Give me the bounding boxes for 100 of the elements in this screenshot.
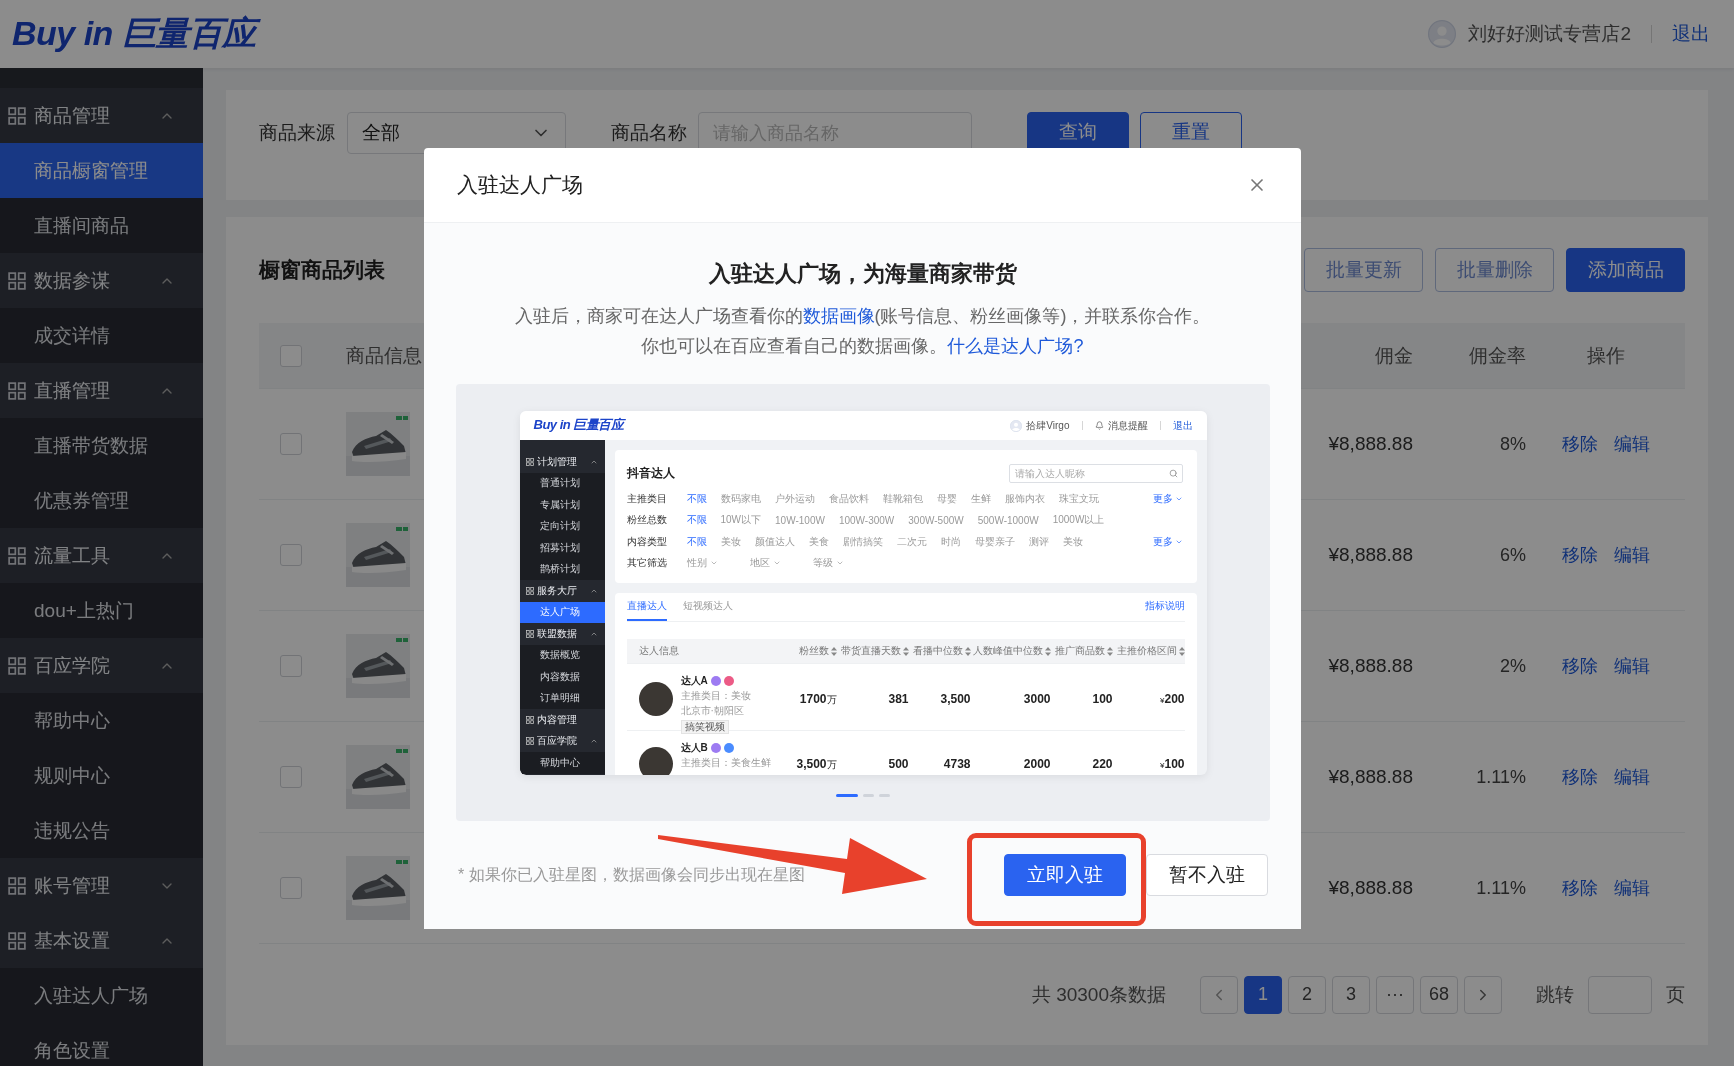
action-link[interactable]: 编辑 [1613,543,1650,567]
checkbox[interactable] [280,344,302,367]
checkbox[interactable] [280,433,302,455]
filter-option[interactable]: 不限 [686,491,707,506]
filter-option[interactable]: 户外运动 [774,491,815,506]
filter-option[interactable]: 美妆 [1062,534,1083,549]
filter-option[interactable]: 母婴 [936,491,957,506]
search-field[interactable]: 请输入达人昵称 [1008,463,1183,483]
checkbox[interactable] [280,655,302,677]
more-link[interactable]: 更多 [1152,491,1183,506]
filter-option[interactable]: 食品饮料 [828,491,869,506]
creator-name[interactable]: 达人B [680,741,708,755]
action-button[interactable]: 批量删除 [1435,248,1554,292]
filter-option[interactable]: 服饰内衣 [1004,491,1045,506]
filter-option[interactable]: 不限 [686,513,707,528]
help-link[interactable]: 指标说明 [1144,599,1185,621]
logout-link[interactable]: 退出 [1672,21,1710,47]
join-button[interactable]: 立即入驻 [1004,854,1126,896]
page-button[interactable]: 68 [1420,975,1458,1014]
checkbox[interactable] [280,766,302,788]
link[interactable]: 数据画像 [802,306,875,326]
filter-option[interactable]: 母婴亲子 [974,534,1015,549]
action-link[interactable]: 编辑 [1613,432,1650,456]
filter-option[interactable]: 100W-300W [838,514,895,526]
action-link[interactable]: 移除 [1561,543,1598,567]
sidebar-item[interactable]: 鹊桥计划 [519,558,605,580]
page-button[interactable]: 3 [1332,975,1370,1014]
user-avatar-icon[interactable] [1428,20,1457,48]
action-link[interactable]: 编辑 [1613,765,1650,789]
sidebar-group[interactable]: 基本设置 [0,913,203,968]
filter-dropdown[interactable]: 性别 [686,556,718,571]
account-name[interactable]: 刘好好测试专营店2 [1468,21,1631,47]
filter-option[interactable]: 300W-500W [908,514,964,526]
filter-option[interactable]: 10W-100W [775,514,825,526]
sidebar-group[interactable]: 服务大厅 [519,580,605,602]
logout-link[interactable]: 退出 [1172,418,1193,433]
filter-option[interactable]: 生鲜 [970,491,991,506]
action-link[interactable]: 移除 [1561,765,1598,789]
sidebar-item[interactable]: 普通计划 [519,472,605,494]
filter-option[interactable]: 珠宝文玩 [1058,491,1099,506]
action-link[interactable]: 移除 [1561,654,1598,678]
filter-option[interactable]: 500W-1000W [977,514,1039,526]
link[interactable]: 什么是达人广场? [947,336,1084,356]
sidebar-group[interactable]: 直播管理 [0,363,203,418]
search-icon[interactable] [1168,468,1178,478]
more-link[interactable]: 更多 [1152,534,1183,549]
page-button[interactable]: ··· [1376,975,1414,1014]
filter-option[interactable]: 美食 [808,534,829,549]
notification-link[interactable]: 消息提醒 [1107,418,1148,433]
bell-icon[interactable] [1094,421,1104,430]
sidebar-item[interactable]: 商品橱窗管理 [0,143,203,198]
sidebar-group[interactable]: 账号管理 [0,858,203,913]
filter-option[interactable]: 颜值达人 [754,534,795,549]
filter-option[interactable]: 鞋靴箱包 [882,491,923,506]
action-link[interactable]: 移除 [1561,432,1598,456]
sidebar-group[interactable]: 流量工具 [0,528,203,583]
action-link[interactable]: 编辑 [1613,876,1650,900]
sidebar-group[interactable]: 联盟数据 [519,623,605,645]
filter-option[interactable]: 美妆 [720,534,741,549]
filter-option[interactable]: 数码家电 [720,491,761,506]
page-button[interactable]: 2 [1288,975,1326,1014]
page-button[interactable]: 1 [1244,975,1282,1014]
sidebar-group[interactable]: 数据参谋 [0,253,203,308]
sidebar-item[interactable]: 数据概览 [519,644,605,666]
filter-option[interactable]: 10W以下 [720,513,762,528]
sort-icon[interactable] [1178,646,1185,656]
filter-option[interactable]: 剧情搞笑 [842,534,883,549]
sidebar-item[interactable]: 内容数据 [519,666,605,688]
decline-button[interactable]: 暂不入驻 [1146,854,1268,896]
sidebar-group[interactable]: 百应学院 [0,638,203,693]
checkbox[interactable] [280,877,302,899]
filter-dropdown[interactable]: 地区 [749,556,781,571]
sidebar-group[interactable]: 百应学院 [519,730,605,752]
filter-option[interactable]: 测评 [1028,534,1049,549]
sort-icon[interactable] [830,646,837,656]
sidebar-item[interactable]: 定向计划 [519,515,605,537]
action-link[interactable]: 移除 [1561,876,1598,900]
sidebar-item[interactable]: 帮助中心 [519,752,605,774]
sort-icon[interactable] [1044,646,1051,656]
sidebar-item[interactable]: 招募计划 [519,537,605,559]
action-link[interactable]: 编辑 [1613,654,1650,678]
sidebar-item[interactable]: 达人广场 [519,601,605,623]
sort-icon[interactable] [902,646,909,656]
action-button[interactable]: 批量更新 [1304,248,1423,292]
filter-option[interactable]: 1000W以上 [1052,513,1105,528]
filter-option[interactable]: 不限 [686,534,707,549]
sidebar-group[interactable]: 内容管理 [519,709,605,731]
prev-page-button[interactable] [1200,975,1238,1014]
action-button[interactable]: 添加商品 [1566,248,1685,292]
filter-option[interactable]: 时尚 [940,534,961,549]
sidebar-group[interactable]: 商品管理 [0,88,203,143]
sidebar-group[interactable]: 计划管理 [519,451,605,473]
sidebar-item[interactable]: 专属计划 [519,494,605,516]
checkbox[interactable] [280,544,302,566]
sort-icon[interactable] [964,646,971,656]
filter-dropdown[interactable]: 等级 [812,556,844,571]
creator-name[interactable]: 达人A [680,674,708,688]
sort-icon[interactable] [1106,646,1113,656]
tab[interactable]: 短视频达人 [682,599,733,621]
tab[interactable]: 直播达人 [626,599,667,621]
